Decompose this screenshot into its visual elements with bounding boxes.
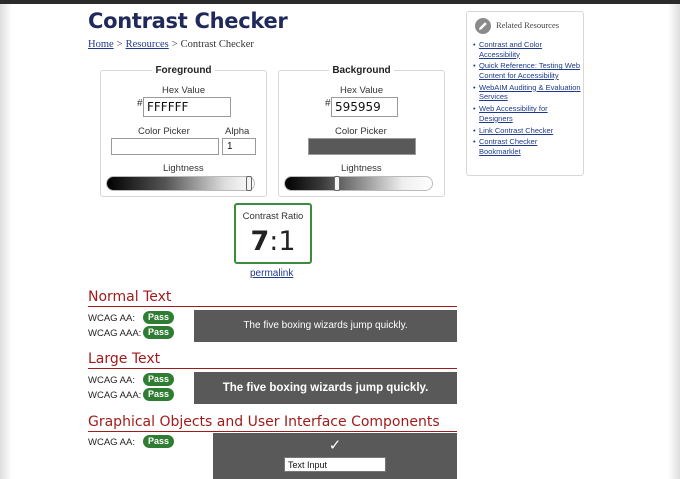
graphics-aa-label: WCAG AA: xyxy=(88,437,135,448)
graphics-divider xyxy=(88,431,457,432)
normal-text-aaa-label: WCAG AAA: xyxy=(88,328,142,339)
related-link-link-checker[interactable]: Link Contrast Checker xyxy=(479,126,553,135)
large-text-aa-badge: Pass xyxy=(143,373,174,386)
normal-text-sample: The five boxing wizards jump quickly. xyxy=(194,310,457,342)
contrast-ratio-label: Contrast Ratio xyxy=(242,211,304,222)
foreground-hex-label: Hex Value xyxy=(162,85,206,96)
related-link-item[interactable]: Link Contrast Checker xyxy=(473,126,581,136)
left-page-shadow xyxy=(0,4,12,479)
background-panel: Background Hex Value # 595959 Color Pick… xyxy=(278,65,445,197)
large-text-divider xyxy=(88,368,457,369)
related-resources-title: Related Resources xyxy=(496,20,560,30)
breadcrumb-current: Contrast Checker xyxy=(180,39,254,50)
related-link-bookmarklet[interactable]: Contrast Checker Bookmarklet xyxy=(479,137,537,156)
related-link-quick-reference[interactable]: Quick Reference: Testing Web Content for… xyxy=(479,61,580,80)
related-link-item[interactable]: Contrast Checker Bookmarklet xyxy=(473,137,581,156)
breadcrumb-home-link[interactable]: Home xyxy=(88,39,114,50)
foreground-alpha-input[interactable]: 1 xyxy=(222,138,256,155)
normal-text-aa-label: WCAG AA: xyxy=(88,313,135,324)
breadcrumb-resources-link[interactable]: Resources xyxy=(126,39,169,50)
foreground-hash: # xyxy=(137,98,143,109)
background-lightness-thumb[interactable] xyxy=(334,176,340,191)
normal-text-aaa-badge: Pass xyxy=(143,326,174,339)
background-color-picker[interactable] xyxy=(308,138,416,155)
background-picker-label: Color Picker xyxy=(335,126,387,137)
foreground-lightness-slider[interactable] xyxy=(106,176,255,191)
large-text-heading: Large Text xyxy=(88,351,161,367)
breadcrumb-separator: > xyxy=(116,39,123,50)
background-lightness-slider[interactable] xyxy=(284,176,433,191)
large-text-aa-label: WCAG AA: xyxy=(88,375,135,386)
foreground-lightness-thumb[interactable] xyxy=(246,176,252,191)
background-title: Background xyxy=(329,65,394,76)
related-link-item[interactable]: Web Accessibility for Designers xyxy=(473,104,581,123)
permalink-link[interactable]: permalink xyxy=(250,268,293,279)
related-link-item[interactable]: Quick Reference: Testing Web Content for… xyxy=(473,61,581,80)
page-title: Contrast Checker xyxy=(88,9,288,33)
breadcrumb-separator: > xyxy=(171,39,178,50)
pencil-icon xyxy=(475,18,491,34)
sample-text-input[interactable]: Text Input xyxy=(284,457,386,472)
related-link-item[interactable]: WebAIM Auditing & Evaluation Services xyxy=(473,83,581,102)
browser-top-bar xyxy=(0,0,680,4)
related-link-item[interactable]: Contrast and Color Accessibility xyxy=(473,40,581,59)
background-hash: # xyxy=(325,98,331,109)
large-text-aaa-label: WCAG AAA: xyxy=(88,390,142,401)
contrast-ratio-box: Contrast Ratio 7:1 xyxy=(234,203,312,264)
background-lightness-label: Lightness xyxy=(341,163,382,174)
contrast-ratio-main: 7 xyxy=(250,226,270,257)
right-page-shadow xyxy=(668,4,680,479)
normal-text-aa-badge: Pass xyxy=(143,311,174,324)
breadcrumb: Home > Resources > Contrast Checker xyxy=(88,39,254,50)
contrast-ratio-suffix: :1 xyxy=(269,226,296,257)
large-text-sample: The five boxing wizards jump quickly. xyxy=(194,372,457,404)
foreground-lightness-label: Lightness xyxy=(163,163,204,174)
related-link-auditing[interactable]: WebAIM Auditing & Evaluation Services xyxy=(479,83,581,102)
graphics-heading: Graphical Objects and User Interface Com… xyxy=(88,414,440,430)
foreground-picker-label: Color Picker xyxy=(138,126,190,137)
related-resources-box: Related Resources Contrast and Color Acc… xyxy=(466,11,584,176)
foreground-panel: Foreground Hex Value # FFFFFF Color Pick… xyxy=(100,65,267,197)
related-resources-list: Contrast and Color Accessibility Quick R… xyxy=(473,40,581,159)
graphics-sample: ✓ Text Input xyxy=(213,433,457,479)
normal-text-divider xyxy=(88,306,457,307)
graphics-aa-badge: Pass xyxy=(143,435,174,448)
large-text-aaa-badge: Pass xyxy=(143,388,174,401)
contrast-ratio-value: 7:1 xyxy=(236,226,310,257)
foreground-alpha-label: Alpha xyxy=(225,126,250,137)
related-link-designers[interactable]: Web Accessibility for Designers xyxy=(479,104,548,123)
foreground-title: Foreground xyxy=(152,65,215,76)
background-hex-input[interactable]: 595959 xyxy=(331,97,398,117)
foreground-hex-input[interactable]: FFFFFF xyxy=(143,97,231,117)
normal-text-heading: Normal Text xyxy=(88,289,172,305)
foreground-color-picker[interactable] xyxy=(111,138,219,155)
checkmark-icon: ✓ xyxy=(328,437,342,454)
background-hex-label: Hex Value xyxy=(340,85,384,96)
related-link-contrast-color[interactable]: Contrast and Color Accessibility xyxy=(479,40,542,59)
